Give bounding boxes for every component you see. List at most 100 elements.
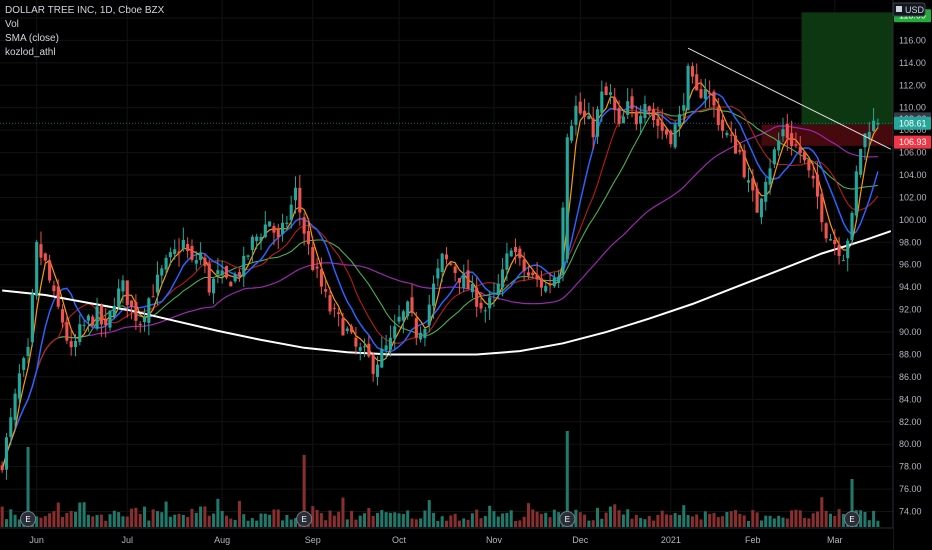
candle: [859, 148, 863, 178]
candle-body: [220, 270, 224, 276]
volume-bar: [233, 519, 237, 527]
candle-body: [548, 284, 552, 286]
candle-body: [324, 289, 328, 292]
volume-bar: [69, 511, 73, 527]
volume-bar: [43, 516, 47, 527]
earnings-marker[interactable]: E: [844, 511, 861, 527]
candle-body: [449, 263, 453, 265]
volume-bar: [4, 519, 8, 527]
candle-body: [151, 296, 155, 298]
candle-body: [56, 286, 60, 307]
candle: [48, 254, 52, 284]
volume-bar: [65, 513, 69, 527]
candle-body: [142, 317, 147, 323]
candle-body: [388, 337, 392, 350]
price-tick-label: 78.00: [899, 462, 922, 472]
volume-bar: [78, 502, 82, 527]
volume-bar: [522, 516, 526, 527]
candle: [39, 231, 43, 266]
volume-bar: [397, 513, 401, 527]
volume-bar: [617, 510, 621, 527]
earnings-label: E: [849, 515, 854, 524]
lock-icon: [896, 6, 902, 12]
volume-bar: [475, 509, 479, 527]
volume-bar: [613, 504, 617, 527]
volume-bar: [393, 512, 397, 527]
price-tick-label: 74.00: [899, 507, 922, 517]
volume-bar: [479, 518, 483, 527]
earnings-marker[interactable]: E: [559, 511, 576, 527]
candle: [345, 326, 349, 334]
candle-body: [384, 345, 388, 350]
volume-bar: [660, 510, 664, 527]
volume-bar: [833, 515, 837, 527]
candle: [634, 105, 638, 131]
price-tick-label: 84.00: [899, 394, 922, 404]
candle-body: [488, 297, 492, 309]
time-axis[interactable]: Jun Jul Aug Sep Oct Nov Dec 2021 Feb Mar: [0, 527, 893, 550]
volume-bar: [652, 520, 656, 527]
earnings-marker[interactable]: E: [20, 511, 37, 527]
candle-body: [479, 302, 483, 309]
volume-bar: [656, 514, 660, 527]
candle: [686, 63, 690, 111]
candle-body: [518, 248, 522, 259]
volume-bar: [643, 519, 647, 527]
volume-bar: [449, 515, 453, 527]
candle-body: [708, 92, 712, 95]
volume-bar: [673, 513, 677, 527]
candle: [850, 210, 854, 246]
candle-body: [501, 269, 505, 288]
volume-bar: [669, 515, 673, 527]
symbol-title[interactable]: DOLLAR TREE INC, 1D, Cboe BZX: [5, 4, 164, 18]
earnings-marker[interactable]: E: [296, 511, 313, 527]
candle: [716, 97, 720, 131]
price-chart[interactable]: E E E E 74.00 76.00 78.00 80.00 82.00 84.00 86.00…: [0, 0, 932, 550]
sma-indicator-label[interactable]: SMA (close): [5, 32, 164, 46]
candle-body: [751, 178, 755, 191]
volume-bar: [207, 515, 211, 527]
candle: [457, 277, 461, 294]
volume-bar: [61, 516, 65, 527]
candle: [147, 296, 151, 336]
candle: [125, 280, 129, 318]
volume-bar: [414, 519, 418, 527]
candle-body: [199, 252, 203, 261]
candle-body: [733, 135, 738, 154]
volume-bar: [263, 513, 267, 527]
candle-body: [203, 257, 207, 266]
candle-body: [867, 131, 871, 138]
candle: [268, 221, 272, 227]
candle-body: [699, 89, 703, 98]
candle: [613, 87, 617, 124]
candle: [108, 310, 112, 332]
candle-body: [613, 97, 617, 111]
candle-body: [224, 266, 229, 278]
volume-bar: [807, 518, 811, 527]
candle: [4, 432, 9, 480]
candle: [134, 294, 138, 330]
candle-body: [233, 274, 237, 282]
volume-bar: [501, 513, 505, 527]
volume-bar: [470, 513, 474, 527]
candle: [168, 247, 172, 266]
price-tick-label: 116.00: [899, 35, 926, 45]
price-axis[interactable]: 74.00 76.00 78.00 80.00 82.00 84.00 86.00 88.00…: [892, 0, 932, 550]
candle: [820, 188, 824, 232]
volume-bar: [151, 509, 155, 527]
volume-indicator-label[interactable]: Vol: [5, 18, 164, 32]
volume-bar: [777, 515, 781, 527]
volume-bar: [358, 515, 362, 527]
candle-body: [69, 341, 73, 348]
candle: [207, 259, 211, 296]
currency-tag: USD: [892, 2, 926, 17]
volume-bar: [621, 514, 625, 527]
time-tick-label: Feb: [745, 535, 761, 545]
candle-body: [78, 324, 82, 343]
earnings-markers[interactable]: EEEE: [20, 511, 861, 527]
volume-bar: [863, 511, 867, 527]
candle-body: [492, 292, 496, 294]
candle: [354, 326, 358, 355]
candle-body: [682, 105, 686, 111]
custom-indicator-label[interactable]: kozlod_athl: [5, 46, 164, 60]
